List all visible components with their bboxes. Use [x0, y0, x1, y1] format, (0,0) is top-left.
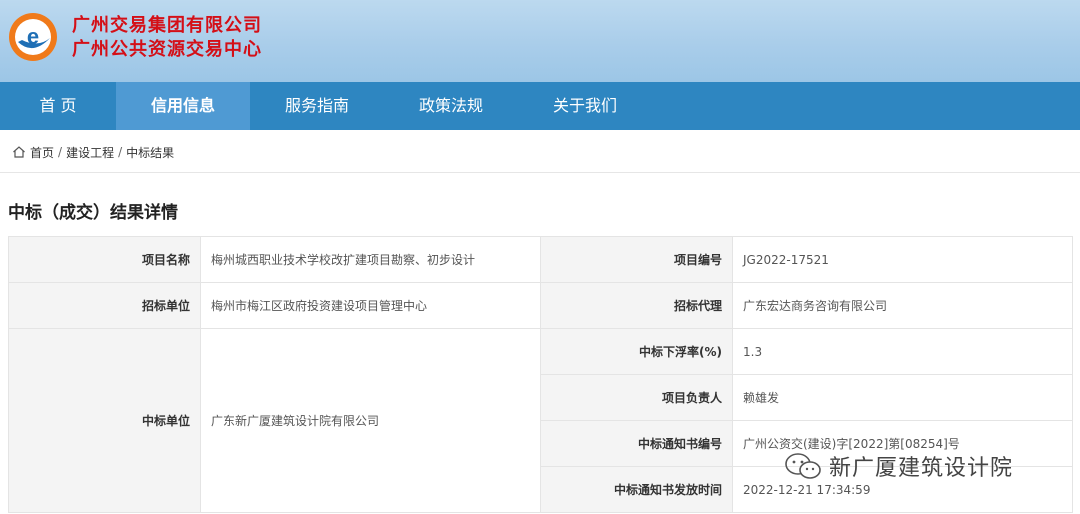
project-name-label: 项目名称 — [8, 236, 201, 283]
project-name-value: 梅州城西职业技术学校改扩建项目勘察、初步设计 — [200, 236, 541, 283]
breadcrumb-current: 中标结果 — [126, 145, 175, 160]
breadcrumb-separator: / — [58, 145, 63, 159]
divider — [0, 172, 1080, 173]
nav-about-us[interactable]: 关于我们 — [518, 82, 652, 130]
watermark-text: 新广厦建筑设计院 — [829, 456, 1014, 481]
breadcrumb-home[interactable]: 首页 — [30, 144, 54, 161]
site-logo-icon[interactable]: e — [8, 12, 58, 62]
org-name-line1: 广州交易集团有限公司 — [72, 15, 262, 36]
nav-service-guide[interactable]: 服务指南 — [250, 82, 384, 130]
notice-time-label: 中标通知书发放时间 — [540, 466, 733, 513]
organization-name: 广州交易集团有限公司 广州公共资源交易中心 — [72, 14, 262, 62]
breadcrumb-separator: / — [118, 145, 123, 159]
breadcrumb: 首页 / 建设工程 / 中标结果 — [12, 143, 174, 161]
notice-no-label: 中标通知书编号 — [540, 420, 733, 467]
site-header: e 广州交易集团有限公司 广州公共资源交易中心 — [0, 0, 1080, 82]
manager-label: 项目负责人 — [540, 374, 733, 421]
nav-home[interactable]: 首 页 — [0, 82, 116, 130]
main-nav: 首 页 信用信息 服务指南 政策法规 关于我们 — [0, 82, 1080, 130]
winner-label: 中标单位 — [8, 328, 201, 513]
table-row: 项目名称 梅州城西职业技术学校改扩建项目勘察、初步设计 项目编号 JG2022-… — [8, 236, 1073, 283]
project-no-label: 项目编号 — [540, 236, 733, 283]
agent-label: 招标代理 — [540, 282, 733, 329]
float-rate-label: 中标下浮率(%) — [540, 328, 733, 375]
svg-text:e: e — [27, 24, 39, 49]
winner-value: 广东新广厦建筑设计院有限公司 — [200, 328, 541, 513]
table-row: 招标单位 梅州市梅江区政府投资建设项目管理中心 招标代理 广东宏达商务咨询有限公… — [8, 282, 1073, 329]
tenderer-value: 梅州市梅江区政府投资建设项目管理中心 — [200, 282, 541, 329]
float-rate-value: 1.3 — [732, 328, 1073, 375]
org-name-line2: 广州公共资源交易中心 — [72, 39, 262, 60]
project-no-value: JG2022-17521 — [732, 236, 1073, 283]
wechat-icon — [785, 453, 821, 479]
page-title: 中标（成交）结果详情 — [8, 203, 178, 223]
agent-value: 广东宏达商务咨询有限公司 — [732, 282, 1073, 329]
nav-policy[interactable]: 政策法规 — [384, 82, 518, 130]
manager-value: 赖雄发 — [732, 374, 1073, 421]
tenderer-label: 招标单位 — [8, 282, 201, 329]
home-icon — [13, 146, 25, 158]
watermark: 新广厦建筑设计院 — [783, 450, 1013, 482]
table-row: 中标单位 广东新广厦建筑设计院有限公司 中标下浮率(%) 1.3 — [8, 328, 1073, 513]
nav-credit-info[interactable]: 信用信息 — [116, 82, 250, 130]
breadcrumb-construction[interactable]: 建设工程 — [66, 144, 114, 161]
